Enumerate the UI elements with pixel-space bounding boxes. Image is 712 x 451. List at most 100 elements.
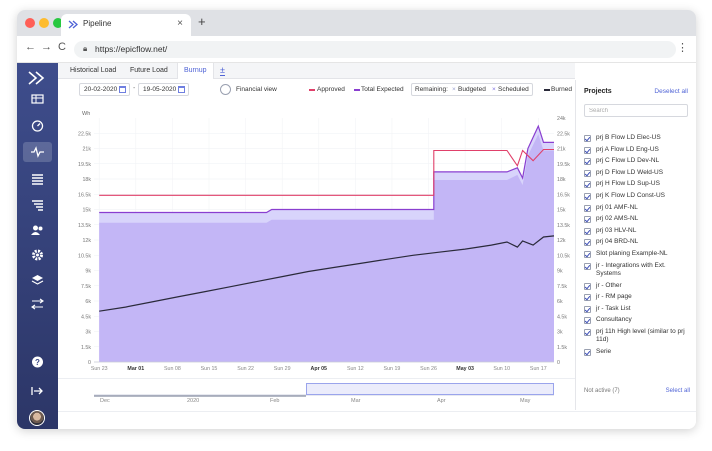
layers-icon — [31, 275, 44, 285]
project-item[interactable]: jr - RM page — [584, 293, 692, 302]
project-item[interactable]: prj 04 BRD-NL — [584, 238, 692, 247]
project-checkbox[interactable] — [584, 135, 591, 142]
project-checkbox[interactable] — [584, 169, 591, 177]
project-item[interactable]: jr - Task List — [584, 305, 692, 313]
project-item[interactable]: prj A Flow LD Eng-US — [584, 146, 692, 154]
project-label: prj H Flow LD Sup-US — [596, 180, 660, 188]
y-tick-label-left: 10.5k — [78, 253, 91, 259]
navigator-range-window[interactable] — [306, 383, 554, 395]
project-item[interactable]: prj C Flow LD Dev-NL — [584, 157, 692, 166]
y-tick-label-right: 1.5k — [557, 345, 567, 351]
project-item[interactable]: prj 01 AMF-NL — [584, 204, 692, 212]
legend-approved[interactable]: Approved — [317, 86, 345, 93]
y-tick-label-left: 1.5k — [81, 345, 91, 351]
new-tab-button[interactable]: + — [198, 14, 206, 29]
add-view-tab-button[interactable]: ± — [220, 65, 225, 76]
project-label: prj K Flow LD Const-US — [596, 191, 665, 199]
project-item[interactable]: prj K Flow LD Const-US — [584, 192, 692, 200]
projects-title: Projects — [584, 88, 612, 95]
project-checkbox[interactable] — [584, 239, 591, 247]
project-checkbox[interactable] — [584, 328, 591, 336]
legend-scheduled[interactable]: Scheduled — [498, 86, 529, 93]
project-label: prj B Flow LD Elec-US — [596, 134, 661, 141]
close-window-dot[interactable] — [25, 18, 35, 28]
project-label: prj D Flow LD Weld-US — [596, 168, 664, 176]
view-tabs: Historical Load Future Load Burnup ± — [58, 63, 575, 79]
project-checkbox[interactable] — [584, 294, 591, 302]
legend-budgeted[interactable]: Budgeted — [458, 86, 486, 93]
projects-search-input[interactable] — [584, 104, 688, 117]
forward-icon[interactable]: → — [41, 41, 52, 53]
project-label: prj 03 HLV-NL — [596, 226, 637, 234]
project-checkbox[interactable] — [584, 216, 591, 224]
project-item[interactable]: prj H Flow LD Sup-US — [584, 180, 692, 189]
x-tick-label: Sun 29 — [274, 366, 291, 372]
navigator-label: Feb — [270, 398, 280, 404]
legend-burned[interactable]: Burned — [551, 86, 572, 93]
project-checkbox[interactable] — [584, 282, 591, 290]
tab-future-load[interactable]: Future Load — [124, 63, 174, 79]
sidebar-item-list[interactable] — [23, 169, 52, 189]
project-item[interactable]: jr - Integrations with Ext. Systems — [584, 262, 692, 279]
date-to-picker[interactable]: 19-05-2020 — [138, 83, 189, 96]
calendar-icon — [178, 86, 185, 93]
sidebar-item-transfer[interactable] — [23, 294, 52, 314]
select-all-link[interactable]: Select all — [666, 388, 690, 394]
url-field[interactable]: 🔒︎ https://epicflow.net/ — [74, 41, 676, 58]
tab-burnup[interactable]: Burnup — [177, 63, 214, 79]
pulse-icon — [31, 146, 44, 158]
project-item[interactable]: prj B Flow LD Elec-US — [584, 134, 692, 142]
sidebar-item-pulse[interactable] — [23, 142, 52, 162]
sidebar-item-grid[interactable] — [23, 89, 52, 109]
project-item[interactable]: Slot planing Example-NL — [584, 250, 692, 258]
projects-list: prj B Flow LD Elec-US prj A Flow LD Eng-U… — [584, 134, 692, 360]
project-item[interactable]: prj 11h High level (similar to prj 11d) — [584, 328, 692, 345]
project-checkbox[interactable] — [584, 204, 591, 212]
sidebar-item-layers[interactable] — [23, 270, 52, 290]
not-active-dropdown[interactable]: Not active (7) — [584, 388, 620, 394]
timeline-navigator[interactable]: Dec 2020 Feb Mar Apr May — [58, 378, 575, 410]
date-from-picker[interactable]: 20-02-2020 — [79, 83, 130, 96]
project-checkbox[interactable] — [584, 146, 591, 154]
sidebar-item-dashboard[interactable] — [23, 116, 52, 136]
legend-total-expected[interactable]: Total Expected — [361, 86, 404, 93]
project-item[interactable]: jr - Other — [584, 282, 692, 290]
browser-tab[interactable]: Pipeline × — [61, 14, 191, 36]
url-text[interactable]: https://epicflow.net/ — [95, 44, 167, 54]
project-checkbox[interactable] — [584, 158, 591, 166]
tab-historical-load[interactable]: Historical Load — [64, 63, 122, 79]
sidebar-item-logout[interactable] — [23, 381, 52, 401]
project-checkbox[interactable] — [584, 348, 591, 356]
project-item[interactable]: prj 02 AMS-NL — [584, 215, 692, 224]
user-avatar[interactable] — [29, 410, 45, 426]
financial-view-toggle[interactable] — [220, 84, 231, 95]
back-icon[interactable]: ← — [25, 41, 36, 53]
x-tick-label: Sun 17 — [530, 366, 547, 372]
minimize-window-dot[interactable] — [39, 18, 49, 28]
project-checkbox[interactable] — [584, 181, 591, 189]
project-checkbox[interactable] — [584, 305, 591, 313]
reload-icon[interactable]: C — [58, 41, 66, 53]
epicflow-logo-icon[interactable] — [27, 71, 47, 85]
sidebar-item-help[interactable]: ? — [23, 352, 52, 372]
sidebar-item-filter-list[interactable] — [23, 195, 52, 215]
project-item[interactable]: Serie — [584, 348, 692, 356]
project-item[interactable]: prj 03 HLV-NL — [584, 227, 692, 235]
close-tab-icon[interactable]: × — [177, 18, 183, 29]
project-item[interactable]: prj D Flow LD Weld-US — [584, 169, 692, 177]
burnup-chart[interactable]: Wh 22.5k 21k 19.5k 18k 16.5k 15k 13.5k 12k 10.5k 9… — [58, 104, 575, 376]
deselect-all-link[interactable]: Deselect all — [654, 88, 688, 95]
sidebar-item-gear[interactable] — [23, 245, 52, 265]
help-icon: ? — [32, 356, 43, 368]
x-tick-label: Sun 26 — [420, 366, 437, 372]
project-checkbox[interactable] — [584, 262, 591, 270]
sidebar-item-users[interactable] — [23, 220, 52, 240]
footer-strip — [58, 411, 696, 429]
project-checkbox[interactable] — [584, 227, 591, 235]
project-checkbox[interactable] — [584, 250, 591, 258]
y-tick-label-right: 9k — [557, 269, 563, 275]
project-checkbox[interactable] — [584, 317, 591, 325]
project-item[interactable]: Consultancy — [584, 316, 692, 325]
project-checkbox[interactable] — [584, 192, 591, 200]
browser-menu-icon[interactable]: ⋮ — [677, 41, 688, 54]
